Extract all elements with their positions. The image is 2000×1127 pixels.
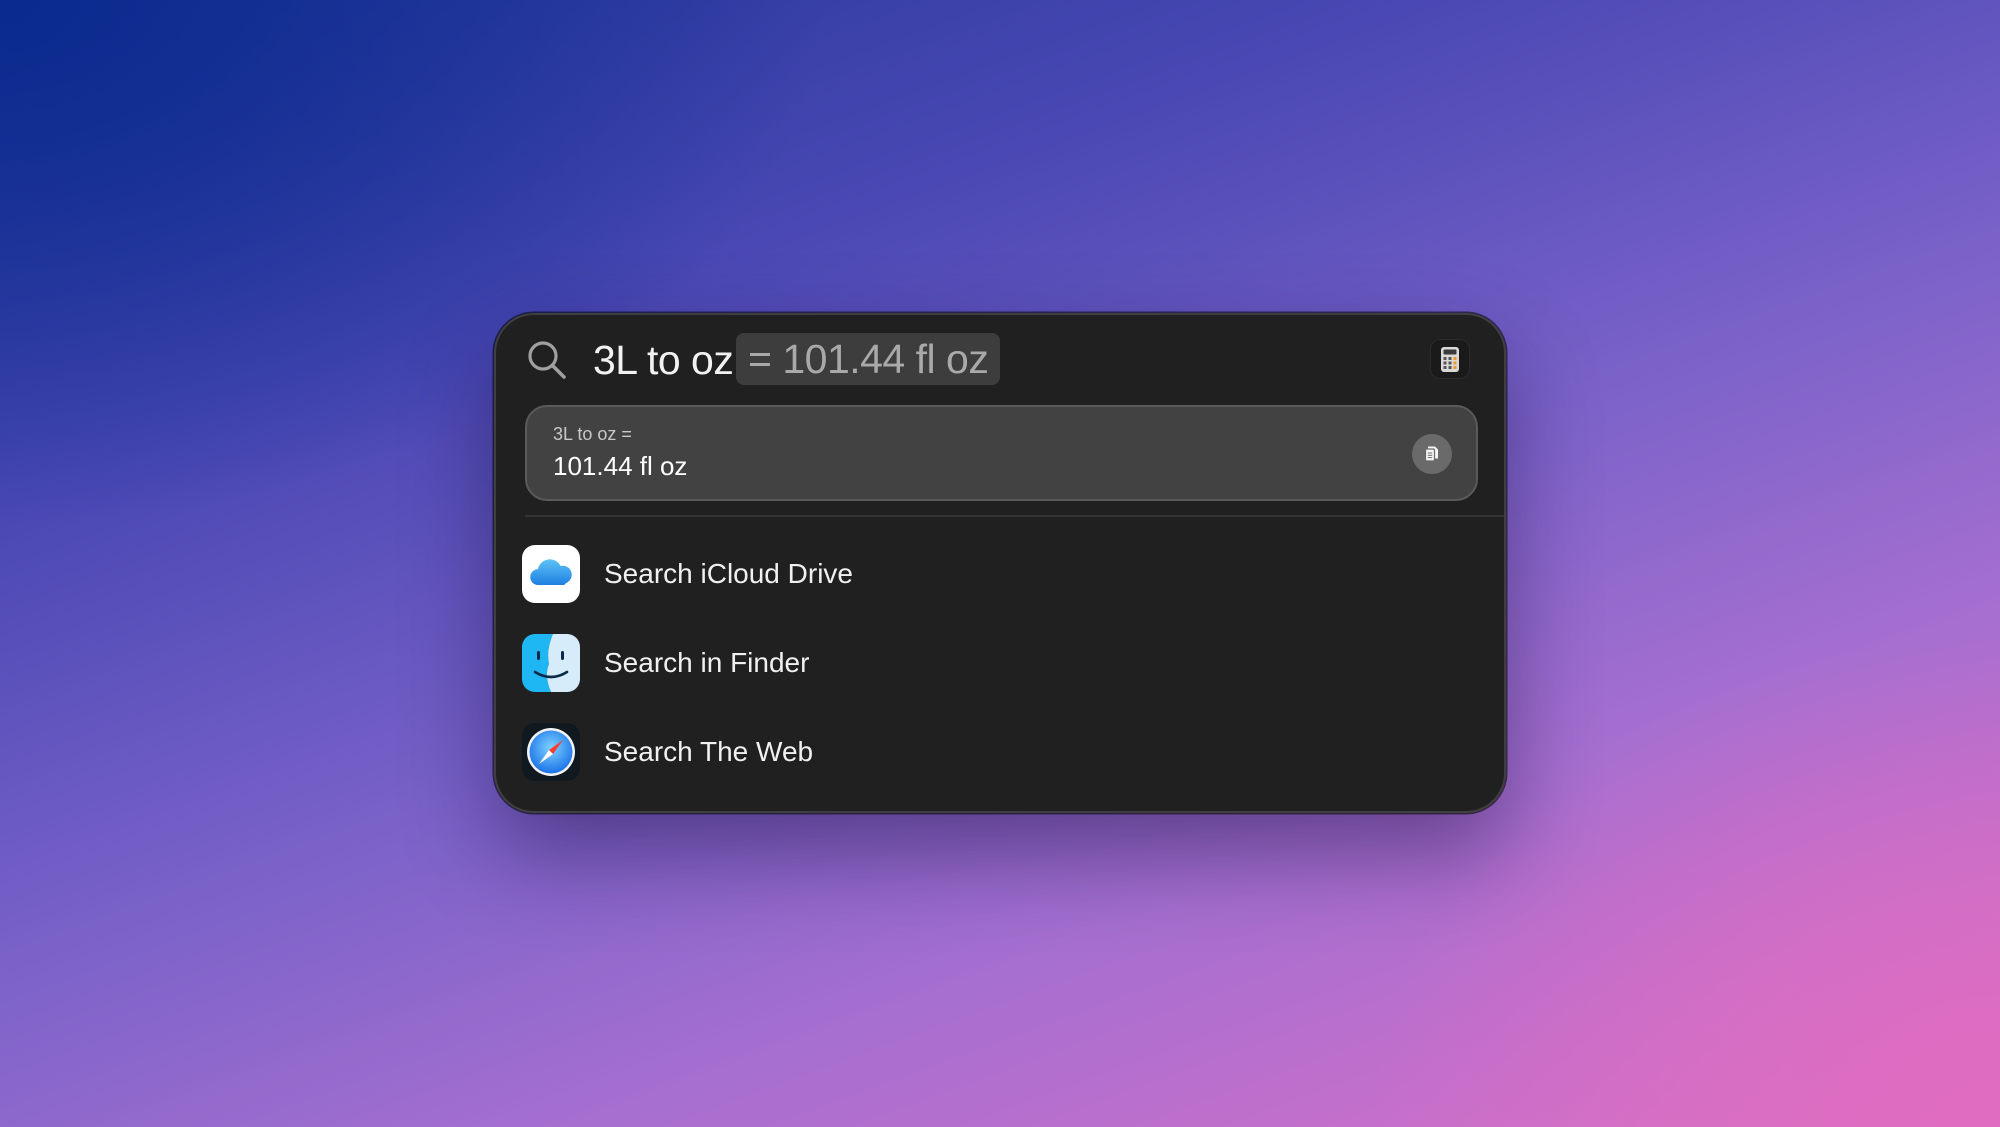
list-item-label: Search in Finder [604,647,810,678]
safari-icon [522,723,580,781]
list-item-label: Search The Web [604,736,814,767]
search-query-input[interactable]: 3L to oz [593,334,734,386]
result-expression: 3L to oz = [553,424,632,444]
search-the-web-item[interactable]: Search The Web [522,723,1482,811]
finder-icon [522,634,580,692]
calculator-app-icon[interactable] [1430,339,1470,379]
search-suggestions-list: Search iCloud Drive Search in Finder Sea… [522,545,1482,811]
spotlight-panel: 3L to oz = 101.44 fl oz 3L to oz = 101.4… [494,313,1506,813]
copy-icon [1424,446,1438,462]
list-item-label: Search iCloud Drive [604,558,853,589]
icloud-drive-icon [522,545,580,603]
copy-button[interactable] [1412,434,1452,474]
result-value: 101.44 fl oz [553,451,688,481]
section-divider [525,515,1504,517]
search-icloud-drive-item[interactable]: Search iCloud Drive [522,545,1482,634]
inline-result-suggestion: = 101.44 fl oz [736,333,1001,385]
search-icon [528,341,566,379]
search-in-finder-item[interactable]: Search in Finder [522,634,1482,723]
calculator-result-card[interactable]: 3L to oz = 101.44 fl oz [525,405,1478,501]
